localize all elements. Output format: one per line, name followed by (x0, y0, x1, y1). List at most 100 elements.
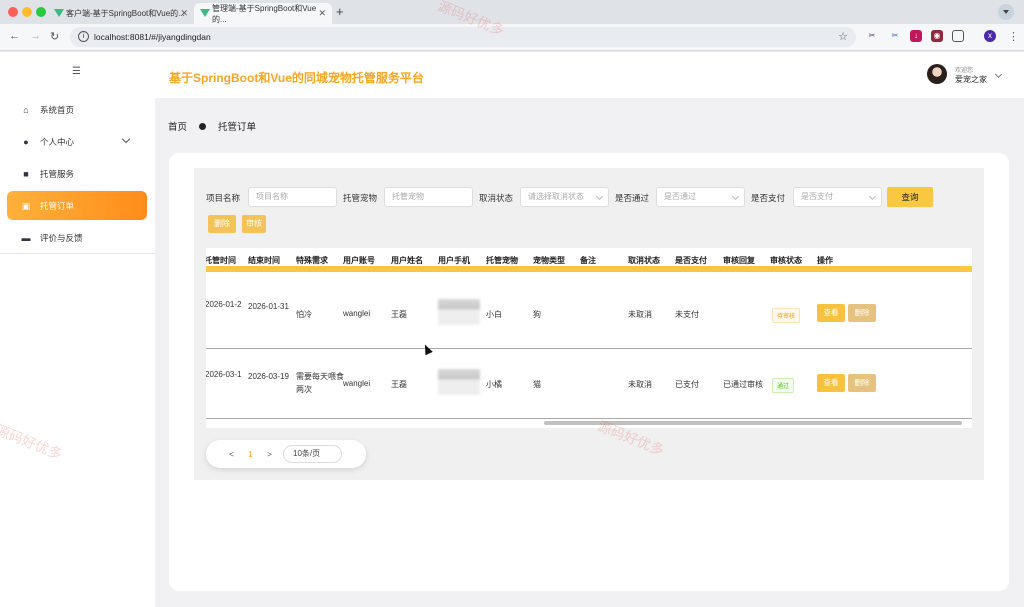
cell-name: 王磊 (391, 380, 407, 389)
pet-input[interactable]: 托管宠物 (384, 187, 473, 207)
table-row: 2026-01-2 2026-01-31 怕冷 wanglei 王磊 小白 狗 … (206, 279, 972, 349)
query-button[interactable]: 查询 (887, 187, 933, 207)
new-tab-button[interactable]: + (336, 4, 344, 19)
sidebar-item-orders[interactable]: ▣ 托管订单 (7, 191, 147, 220)
th-pet: 托管宠物 (486, 256, 518, 265)
delete-button[interactable]: 删除 (848, 374, 876, 392)
main-area: 基于SpringBoot和Vue的同城宠物托管服务平台 欢迎您 爱宠之家 首页 … (155, 52, 1024, 607)
maximize-window-button[interactable] (36, 7, 46, 17)
monitor-icon: ▬ (21, 232, 31, 243)
minimize-window-button[interactable] (22, 7, 32, 17)
view-button[interactable]: 查看 (817, 374, 845, 392)
breadcrumb-home[interactable]: 首页 (168, 119, 187, 133)
th-paid: 是否支付 (675, 256, 707, 265)
chevron-down-icon (731, 192, 740, 201)
cell-paid: 未支付 (675, 310, 699, 319)
menu-toggle-icon[interactable]: ☰ (72, 66, 81, 77)
page-number[interactable]: 1 (248, 449, 253, 459)
next-page-button[interactable]: > (267, 449, 272, 459)
username[interactable]: 爱宠之家 (955, 74, 987, 85)
download-extension-icon[interactable]: ↓ (910, 30, 922, 42)
cell-account: wanglei (343, 379, 371, 388)
page-size-select[interactable]: 10条/页 (283, 445, 342, 463)
view-button[interactable]: 查看 (817, 304, 845, 322)
label-approved: 是否通过 (615, 193, 650, 203)
vue-logo-icon (200, 9, 210, 17)
cell-reply: 已通过审核 (723, 380, 763, 389)
chevron-down-icon[interactable] (994, 70, 1003, 79)
delete-button[interactable]: 删除 (848, 304, 876, 322)
approved-select[interactable]: 是否通过 (656, 187, 745, 207)
browser-tab-bar: 客户端-基于SpringBoot和Vue的... ✕ 管理端-基于SpringB… (0, 0, 1024, 24)
avatar[interactable] (927, 64, 947, 84)
orders-table: 托管时间 结束时间 特殊需求 用户账号 用户姓名 用户手机 托管宠物 宠物类型 … (206, 248, 972, 428)
pagination: < 1 > 10条/页 (206, 440, 366, 468)
batch-audit-button[interactable]: 审核 (242, 215, 266, 233)
more-menu-icon[interactable]: ⋮ (1008, 30, 1019, 43)
cell-start: 2026-01-2 (206, 300, 242, 309)
th-start-time: 托管时间 (206, 256, 236, 265)
sidebar: ☰ ⌂ 系统首页 ● 个人中心 ■ 托管服务 ▣ 托管订单 ▬ 评价与反馈 (0, 52, 155, 607)
browser-tab-admin[interactable]: 管理端-基于SpringBoot和Vue的... ✕ (194, 3, 332, 24)
th-phone: 用户手机 (438, 256, 470, 265)
home-icon: ⌂ (23, 104, 29, 115)
prev-page-button[interactable]: < (229, 449, 234, 459)
tab-search-button[interactable] (998, 4, 1014, 20)
browser-tab-client[interactable]: 客户端-基于SpringBoot和Vue的... ✕ (48, 3, 194, 24)
cell-special: 需要每天喂食两次 (296, 372, 344, 394)
th-reply: 审核回复 (723, 256, 755, 265)
label-project-name: 项目名称 (206, 193, 241, 203)
system-title: 基于SpringBoot和Vue的同城宠物托管服务平台 (169, 71, 424, 85)
table-row: 2026-03-1 2026-03-19 需要每天喂食两次 wanglei 王磊… (206, 349, 972, 419)
chevron-down-icon (121, 134, 131, 144)
cell-pet: 小白 (486, 310, 502, 319)
close-tab-icon[interactable]: ✕ (180, 8, 188, 19)
cell-name: 王磊 (391, 310, 407, 319)
profile-avatar-icon[interactable]: x (984, 30, 996, 42)
cell-account: wanglei (343, 309, 371, 318)
close-tab-icon[interactable]: ✕ (318, 8, 326, 19)
th-special: 特殊需求 (296, 256, 328, 265)
horizontal-scrollbar[interactable] (544, 421, 962, 425)
cell-pet-type: 猫 (533, 380, 541, 389)
paid-select[interactable]: 是否支付 (793, 187, 882, 207)
tool-extension-icon[interactable]: ✂ (889, 30, 901, 42)
scissors-extension-icon[interactable]: ✂ (866, 30, 878, 42)
site-info-icon[interactable]: i (78, 31, 89, 42)
url-input[interactable]: i localhost:8081/#/jiyangdingdan ☆ (70, 27, 856, 47)
th-status: 审核状态 (770, 256, 802, 265)
robot-extension-icon[interactable]: ◉ (931, 30, 943, 42)
sidebar-item-feedback[interactable]: ▬ 评价与反馈 (7, 223, 147, 252)
close-window-button[interactable] (8, 7, 18, 17)
forward-icon[interactable]: → (30, 30, 41, 42)
breadcrumb-current: 托管订单 (218, 122, 257, 133)
back-icon[interactable]: ← (9, 30, 20, 42)
chevron-down-icon (868, 192, 877, 201)
th-end-time: 结束时间 (248, 256, 280, 265)
reload-icon[interactable]: ↻ (50, 30, 59, 43)
chevron-down-icon (595, 192, 604, 201)
briefcase-icon: ■ (23, 168, 29, 179)
sidebar-item-home[interactable]: ⌂ 系统首页 (7, 95, 147, 124)
th-cancel: 取消状态 (628, 256, 660, 265)
sidebar-item-profile[interactable]: ● 个人中心 (7, 127, 147, 156)
breadcrumb: 首页 托管订单 (168, 119, 256, 133)
th-account: 用户账号 (343, 256, 375, 265)
cell-special: 怕冷 (296, 310, 312, 319)
breadcrumb-separator (199, 122, 207, 130)
th-actions: 操作 (817, 256, 833, 265)
orders-panel: 项目名称 项目名称 托管宠物 托管宠物 取消状态 请选择取消状态 是否通过 是否… (194, 168, 984, 480)
vue-logo-icon (54, 9, 64, 17)
th-note: 备注 (580, 256, 596, 265)
sidebar-divider (0, 253, 155, 254)
cell-end: 2026-03-19 (248, 372, 289, 381)
cancel-status-select[interactable]: 请选择取消状态 (520, 187, 609, 207)
extensions-puzzle-icon[interactable] (952, 30, 964, 42)
content-card: 项目名称 项目名称 托管宠物 托管宠物 取消状态 请选择取消状态 是否通过 是否… (169, 153, 1009, 591)
project-name-input[interactable]: 项目名称 (248, 187, 337, 207)
sidebar-item-service[interactable]: ■ 托管服务 (7, 159, 147, 188)
address-bar-row: ← → ↻ i localhost:8081/#/jiyangdingdan ☆… (0, 24, 1024, 51)
batch-delete-button[interactable]: 删除 (208, 215, 236, 233)
bookmark-star-icon[interactable]: ☆ (838, 30, 848, 43)
cell-pet: 小橘 (486, 380, 502, 389)
